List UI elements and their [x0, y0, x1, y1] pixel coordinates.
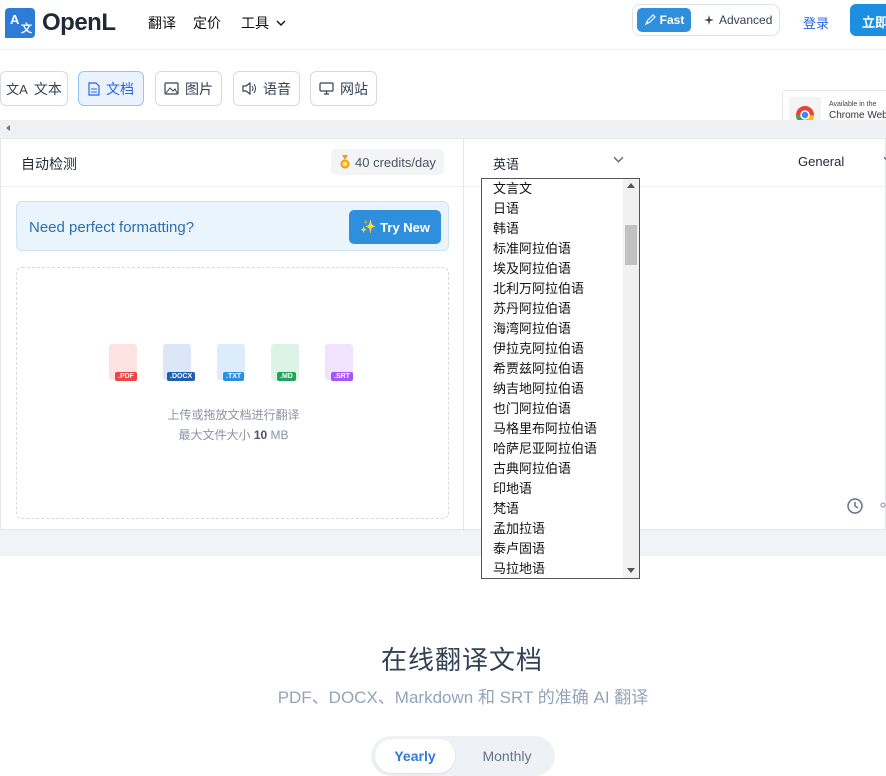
txt-badge: .TXT: [223, 372, 245, 381]
tab-document-label: 文档: [106, 80, 134, 97]
target-language-dropdown[interactable]: 文言文 日语 韩语 标准阿拉伯语 埃及阿拉伯语 北利万阿拉伯语 苏丹阿拉伯语 海…: [481, 178, 640, 579]
tab-image[interactable]: 图片: [155, 71, 222, 106]
target-language-selector[interactable]: 英语: [493, 154, 519, 173]
logo[interactable]: A文 OpenL: [5, 8, 116, 38]
language-option[interactable]: 古典阿拉伯语: [493, 459, 571, 479]
tab-website[interactable]: 网站: [310, 71, 377, 106]
chevron-down-icon[interactable]: [613, 154, 624, 165]
language-option[interactable]: 也门阿拉伯语: [493, 399, 571, 419]
page-title: 在线翻译文档: [380, 645, 543, 675]
language-option[interactable]: 苏丹阿拉伯语: [493, 299, 571, 319]
tab-text[interactable]: 文A 文本: [0, 71, 68, 106]
language-option[interactable]: 梵语: [493, 499, 519, 519]
dropdown-scroll-thumb[interactable]: [625, 225, 637, 265]
srt-badge: .SRT: [331, 372, 353, 381]
mode-advanced-button[interactable]: Advanced: [703, 8, 772, 32]
language-option[interactable]: 文言文: [493, 179, 532, 199]
translate-icon: 文A: [6, 82, 28, 97]
scroll-up-arrow-icon[interactable]: [627, 183, 635, 188]
domain-selector[interactable]: General: [798, 154, 844, 169]
chrome-badge-line1: Available in the: [829, 101, 877, 108]
mode-fast-label: Fast: [659, 13, 685, 27]
docx-file-icon: .DOCX: [161, 344, 196, 386]
nav-tools-label: 工具: [241, 15, 269, 31]
tab-website-label: 网站: [340, 80, 368, 97]
language-option[interactable]: 韩语: [493, 219, 519, 239]
language-option[interactable]: 孟加拉语: [493, 519, 545, 539]
language-option[interactable]: 泰卢固语: [493, 539, 545, 559]
translator-area: 自动检测 40 credits/day 英语 General Need perf…: [0, 136, 886, 556]
sparkle-icon: ✨: [359, 219, 377, 234]
billing-monthly-option[interactable]: Monthly: [467, 739, 547, 773]
horizontal-scrollbar[interactable]: [0, 120, 886, 136]
scroll-left-arrow-icon[interactable]: [4, 124, 12, 132]
scroll-down-arrow-icon[interactable]: [627, 568, 635, 573]
try-new-button[interactable]: ✨ Try New: [349, 210, 441, 244]
mode-advanced-label: Advanced: [719, 13, 773, 27]
credits-badge: 40 credits/day: [331, 149, 444, 175]
language-option[interactable]: 马格里布阿拉伯语: [493, 419, 597, 439]
mode-fast-button[interactable]: Fast: [637, 8, 691, 32]
document-icon: [88, 81, 100, 96]
header-divider: [1, 186, 886, 187]
pdf-file-icon: .PDF: [107, 344, 141, 386]
language-option[interactable]: 印地语: [493, 479, 532, 499]
nav-tools[interactable]: 工具: [241, 13, 286, 33]
credits-text: 40 credits/day: [355, 154, 436, 170]
language-option[interactable]: 日语: [493, 199, 519, 219]
dropzone-size-limit: 最大文件大小 10 MB: [178, 428, 289, 442]
formatting-promo: Need perfect formatting? ✨ Try New: [16, 201, 449, 251]
billing-toggle: Yearly Monthly: [371, 736, 555, 776]
monitor-icon: [319, 82, 334, 95]
promo-text: Need perfect formatting?: [29, 219, 195, 236]
language-option[interactable]: 海湾阿拉伯语: [493, 319, 571, 339]
speaker-icon: [242, 82, 256, 95]
language-option[interactable]: 伊拉克阿拉伯语: [493, 339, 584, 359]
md-file-icon: .MD: [269, 344, 303, 386]
column-divider: [463, 139, 464, 531]
txt-file-icon: .TXT: [215, 344, 249, 386]
top-header: A文 OpenL 翻译 定价 工具 Fast Advanced 登录 立即: [0, 0, 886, 50]
login-link[interactable]: 登录: [803, 13, 829, 32]
srt-file-icon: .SRT: [323, 344, 357, 386]
nav-translate[interactable]: 翻译: [148, 13, 176, 33]
image-icon: [164, 82, 179, 95]
page-subtitle: PDF、DOCX、Markdown 和 SRT 的准确 AI 翻译: [277, 688, 649, 707]
dropzone-instructions: 上传或拖放文档进行翻译: [167, 408, 300, 422]
rocket-icon: [644, 14, 656, 26]
language-option[interactable]: 标准阿拉伯语: [493, 239, 571, 259]
tab-voice-label: 语音: [263, 80, 291, 97]
language-option[interactable]: 北利万阿拉伯语: [493, 279, 584, 299]
language-option[interactable]: 纳吉地阿拉伯语: [493, 379, 584, 399]
logo-text: OpenL: [42, 9, 116, 36]
tab-document[interactable]: 文档: [78, 71, 144, 106]
language-option[interactable]: 哈萨尼亚阿拉伯语: [493, 439, 597, 459]
signup-button[interactable]: 立即: [850, 4, 886, 36]
language-option[interactable]: 希贾兹阿拉伯语: [493, 359, 584, 379]
tab-text-label: 文本: [33, 80, 62, 97]
md-badge: .MD: [277, 372, 296, 381]
medal-icon: [340, 155, 350, 169]
language-option[interactable]: 埃及阿拉伯语: [493, 259, 571, 279]
tab-voice[interactable]: 语音: [233, 71, 300, 106]
more-icon[interactable]: [879, 499, 886, 514]
translator-panel: 自动检测 40 credits/day 英语 General Need perf…: [0, 138, 886, 531]
openl-logo-icon: A文: [5, 8, 35, 38]
billing-yearly-option[interactable]: Yearly: [375, 739, 455, 773]
source-language-selector[interactable]: 自动检测: [21, 154, 77, 174]
try-new-label: Try New: [380, 219, 431, 235]
tab-image-label: 图片: [185, 80, 213, 97]
language-option[interactable]: 马拉地语: [493, 559, 545, 578]
chevron-down-icon: [276, 20, 286, 26]
mode-switch: Fast Advanced: [632, 4, 780, 36]
file-dropzone[interactable]: .PDF .DOCX .TXT .MD .SRT 上传或拖放文档进行翻译 最大文…: [16, 267, 449, 519]
docx-badge: .DOCX: [167, 372, 196, 381]
nav-pricing[interactable]: 定价: [193, 13, 221, 33]
history-icon[interactable]: [846, 497, 864, 520]
sparkle-icon: [704, 15, 714, 25]
pdf-badge: .PDF: [115, 372, 137, 381]
